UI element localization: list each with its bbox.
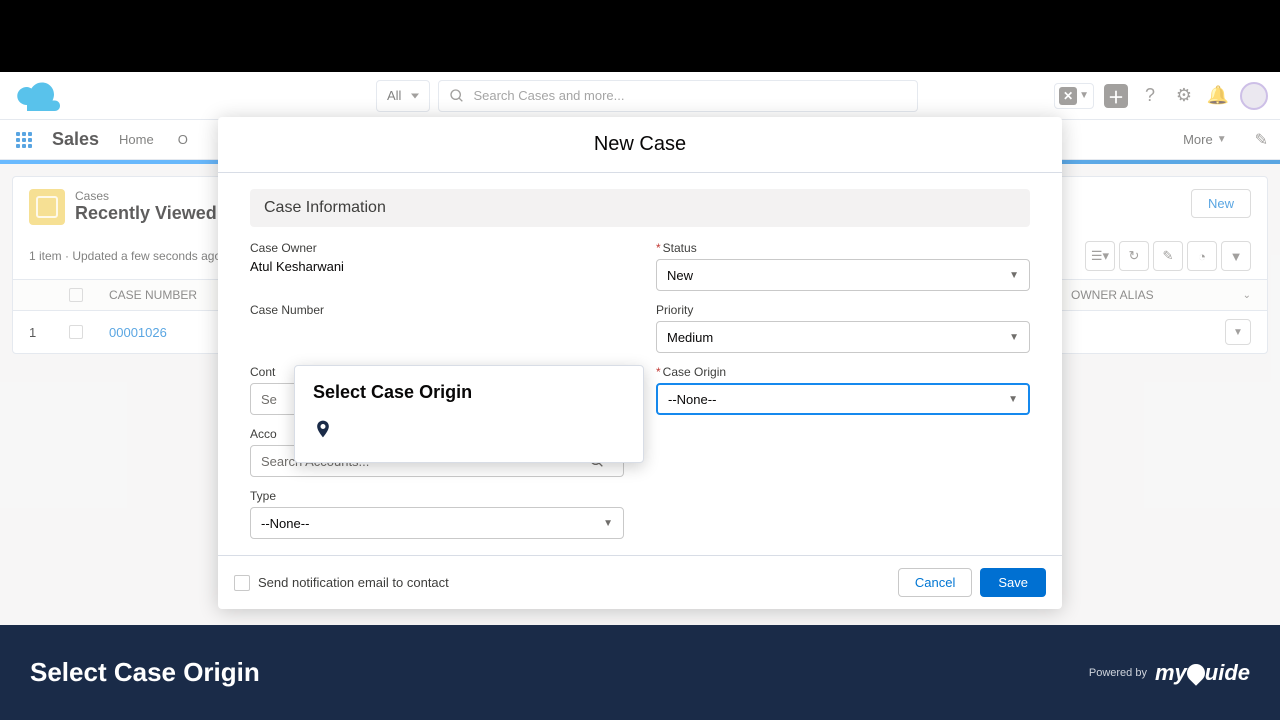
top-black-bar xyxy=(0,0,1280,72)
placeholder-contact: Se xyxy=(261,392,277,407)
value-priority: Medium xyxy=(667,330,713,345)
select-status[interactable]: New ▼ xyxy=(656,259,1030,291)
save-button[interactable]: Save xyxy=(980,568,1046,597)
label-case-origin: Case Origin xyxy=(656,365,1030,379)
label-case-number: Case Number xyxy=(250,303,624,317)
value-type: --None-- xyxy=(261,516,309,531)
notify-row: Send notification email to contact xyxy=(234,575,449,591)
field-type: Type --None-- ▼ xyxy=(250,489,624,539)
banner-title: Select Case Origin xyxy=(30,657,260,688)
field-case-origin: Case Origin --None-- ▼ xyxy=(656,365,1030,415)
field-case-owner: Case Owner Atul Kesharwani xyxy=(250,241,624,291)
section-case-information: Case Information xyxy=(250,189,1030,227)
new-case-modal: New Case Case Information Case Owner Atu… xyxy=(218,117,1062,609)
guide-tooltip: Select Case Origin xyxy=(294,365,644,463)
pin-icon xyxy=(313,417,333,441)
bottom-banner: Select Case Origin Powered by myuide xyxy=(0,625,1280,720)
modal-footer: Send notification email to contact Cance… xyxy=(218,555,1062,609)
value-case-origin: --None-- xyxy=(668,392,716,407)
myguide-logo: myuide xyxy=(1155,660,1250,686)
label-type: Type xyxy=(250,489,624,503)
modal-title: New Case xyxy=(218,117,1062,173)
chevron-down-icon: ▼ xyxy=(1009,270,1019,281)
field-case-number: Case Number xyxy=(250,303,624,353)
value-case-number xyxy=(250,321,624,336)
select-case-origin[interactable]: --None-- ▼ xyxy=(656,383,1030,415)
notify-label: Send notification email to contact xyxy=(258,575,449,590)
field-priority: Priority Medium ▼ xyxy=(656,303,1030,353)
modal-body: Case Information Case Owner Atul Kesharw… xyxy=(218,173,1062,555)
footer-actions: Cancel Save xyxy=(898,568,1046,597)
chevron-down-icon: ▼ xyxy=(603,518,613,529)
chevron-down-icon: ▼ xyxy=(1009,332,1019,343)
chevron-down-icon: ▼ xyxy=(1008,394,1018,405)
powered-by-label: Powered by xyxy=(1089,667,1147,679)
label-priority: Priority xyxy=(656,303,1030,317)
select-priority[interactable]: Medium ▼ xyxy=(656,321,1030,353)
label-case-owner: Case Owner xyxy=(250,241,624,255)
label-status: Status xyxy=(656,241,1030,255)
value-case-owner: Atul Kesharwani xyxy=(250,259,624,274)
field-status: Status New ▼ xyxy=(656,241,1030,291)
cancel-button[interactable]: Cancel xyxy=(898,568,972,597)
banner-right: Powered by myuide xyxy=(1089,660,1250,686)
notify-checkbox[interactable] xyxy=(234,575,250,591)
tooltip-title: Select Case Origin xyxy=(313,382,625,403)
select-type[interactable]: --None-- ▼ xyxy=(250,507,624,539)
value-status: New xyxy=(667,268,693,283)
